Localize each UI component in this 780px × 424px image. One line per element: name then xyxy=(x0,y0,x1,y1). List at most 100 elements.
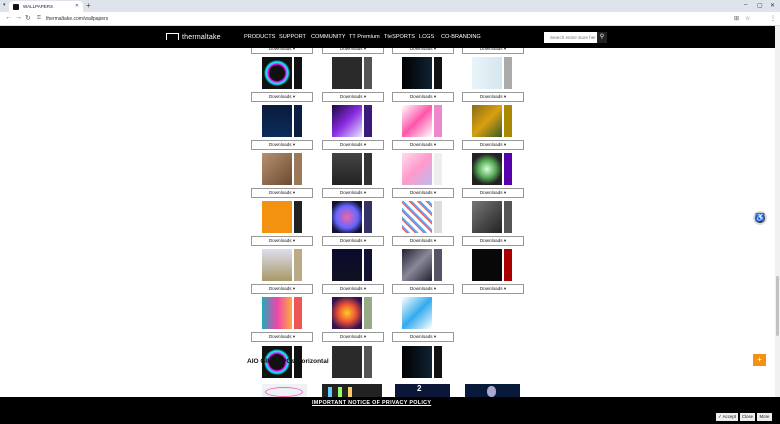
downloads-dropdown-button[interactable]: Downloads ▾ xyxy=(322,48,384,54)
wallpaper-desktop-preview xyxy=(472,201,502,233)
maximize-icon[interactable]: ▢ xyxy=(757,2,763,9)
downloads-dropdown-button[interactable]: Downloads ▾ xyxy=(251,188,313,198)
wallpaper-desktop-preview xyxy=(472,153,502,185)
downloads-dropdown-button[interactable]: Downloads ▾ xyxy=(462,140,524,150)
wallpaper-mobile-preview xyxy=(434,249,442,281)
url-field[interactable]: ⚿ thermaltake.com/wallpapers xyxy=(36,14,726,24)
downloads-dropdown-button[interactable]: Downloads ▾ xyxy=(462,48,524,54)
privacy-notice-link[interactable]: IMPORTANT NOTICE OF PRIVACY POLICY xyxy=(312,400,431,406)
aio-thumbnail[interactable] xyxy=(262,384,307,397)
scrollbar-thumb[interactable] xyxy=(776,276,779,336)
downloads-dropdown-button[interactable]: Downloads ▾ xyxy=(392,236,454,246)
browser-tab-strip: ▾ WALLPAPERS ✕ + – ▢ ✕ xyxy=(0,0,780,12)
window-close-icon[interactable]: ✕ xyxy=(770,2,775,9)
downloads-dropdown-button[interactable]: Downloads ▾ xyxy=(462,284,524,294)
downloads-dropdown-button[interactable]: Downloads ▾ xyxy=(251,92,313,102)
nav-ttesports[interactable]: TteSPORTS xyxy=(384,34,415,40)
downloads-dropdown-button[interactable]: Downloads ▾ xyxy=(462,236,524,246)
wallpaper-mobile-preview xyxy=(294,297,302,329)
minimize-icon[interactable]: – xyxy=(744,2,747,8)
aio-thumbnail[interactable]: 2 xyxy=(395,384,450,397)
wallpaper-desktop-preview xyxy=(332,249,362,281)
favicon-icon xyxy=(13,4,19,10)
wallpaper-mobile-preview xyxy=(364,153,372,185)
aio-bar-graphic xyxy=(338,387,342,397)
privacy-notice-bar: IMPORTANT NOTICE OF PRIVACY POLICY ✓ Acc… xyxy=(0,397,780,424)
wallpaper-mobile-preview xyxy=(364,57,372,89)
downloads-dropdown-button[interactable]: Downloads ▾ xyxy=(251,140,313,150)
downloads-dropdown-button[interactable]: Downloads ▾ xyxy=(322,140,384,150)
tabs-menu-icon[interactable]: ▾ xyxy=(3,2,6,8)
wallpaper-mobile-preview xyxy=(434,105,442,137)
downloads-dropdown-button[interactable]: Downloads ▾ xyxy=(392,188,454,198)
search-input[interactable]: Search entire store her xyxy=(544,32,597,43)
downloads-dropdown-button[interactable]: Downloads ▾ xyxy=(392,332,454,342)
downloads-dropdown-button[interactable]: Downloads ▾ xyxy=(322,284,384,294)
wallpaper-mobile-preview xyxy=(434,57,442,89)
downloads-dropdown-button[interactable]: Downloads ▾ xyxy=(462,188,524,198)
wallpaper-desktop-preview xyxy=(472,57,502,89)
nav-tt-premium[interactable]: TT Premium xyxy=(349,34,380,40)
translate-icon[interactable]: ⊞ xyxy=(734,15,739,22)
downloads-dropdown-button[interactable]: Downloads ▾ xyxy=(392,140,454,150)
page-scrollbar[interactable] xyxy=(775,26,780,397)
thermaltake-logo[interactable]: thermaltake xyxy=(166,33,221,41)
accessibility-icon[interactable]: ♿ xyxy=(753,211,767,225)
nav-co-branding[interactable]: CO-BRANDING xyxy=(441,34,481,40)
wallpaper-mobile-preview xyxy=(364,249,372,281)
nav-community[interactable]: COMMUNITY xyxy=(311,34,346,40)
new-tab-icon[interactable]: + xyxy=(86,1,91,10)
aio-thumbnail[interactable] xyxy=(465,384,520,397)
nav-support[interactable]: SUPPORT xyxy=(279,34,306,40)
wallpaper-desktop-preview xyxy=(402,153,432,185)
browser-tab[interactable]: WALLPAPERS ✕ xyxy=(9,1,83,12)
aio-fan-graphic xyxy=(265,387,303,397)
search-icon[interactable]: ⚲ xyxy=(597,32,607,43)
wallpaper-mobile-preview xyxy=(294,249,302,281)
downloads-dropdown-button[interactable]: Downloads ▾ xyxy=(392,92,454,102)
aio-bar-graphic xyxy=(328,387,332,397)
downloads-dropdown-button[interactable]: Downloads ▾ xyxy=(322,332,384,342)
downloads-dropdown-button[interactable]: Downloads ▾ xyxy=(251,48,313,54)
downloads-dropdown-button[interactable]: Downloads ▾ xyxy=(251,284,313,294)
wallpaper-desktop-preview xyxy=(332,105,362,137)
wallpaper-mobile-preview xyxy=(504,249,512,281)
wallpaper-gallery: Downloads ▾ Downloads ▾ Downloads ▾ Downloa… xyxy=(0,48,775,397)
close-icon[interactable]: ✕ xyxy=(75,3,79,9)
nav-lcgs[interactable]: LCGS xyxy=(419,34,434,40)
downloads-dropdown-button[interactable]: Downloads ▾ xyxy=(322,236,384,246)
downloads-dropdown-button[interactable]: Downloads ▾ xyxy=(392,48,454,54)
downloads-dropdown-button[interactable]: Downloads ▾ xyxy=(251,236,313,246)
expand-plus-button[interactable]: + xyxy=(753,354,766,366)
wallpaper-desktop-preview xyxy=(402,249,432,281)
close-button[interactable]: Close xyxy=(740,413,755,421)
back-icon[interactable]: ← xyxy=(5,14,12,21)
menu-icon[interactable]: ⋮ xyxy=(770,15,776,22)
url-text: thermaltake.com/wallpapers xyxy=(46,16,109,22)
aio-thumbnail[interactable] xyxy=(322,384,382,397)
wallpaper-mobile-preview xyxy=(294,201,302,233)
wallpaper-desktop-preview xyxy=(262,297,292,329)
wallpaper-desktop-preview xyxy=(332,346,362,378)
downloads-dropdown-button[interactable]: Downloads ▾ xyxy=(392,284,454,294)
accept-button[interactable]: ✓ Accept xyxy=(716,413,738,421)
wallpaper-desktop-preview xyxy=(332,201,362,233)
site-header: thermaltake PRODUCTS SUPPORT COMMUNITY T… xyxy=(0,26,775,48)
downloads-dropdown-button[interactable]: Downloads ▾ xyxy=(322,92,384,102)
star-icon[interactable]: ☆ xyxy=(745,15,750,22)
wallpaper-mobile-preview xyxy=(364,346,372,378)
wallpaper-mobile-preview xyxy=(504,153,512,185)
wallpaper-mobile-preview xyxy=(364,201,372,233)
tab-title: WALLPAPERS xyxy=(23,4,54,9)
more-button[interactable]: More xyxy=(757,413,772,421)
downloads-dropdown-button[interactable]: Downloads ▾ xyxy=(322,188,384,198)
forward-icon[interactable]: → xyxy=(15,14,22,21)
wallpaper-mobile-preview xyxy=(364,105,372,137)
reload-icon[interactable]: ↻ xyxy=(25,14,31,22)
wallpaper-desktop-preview xyxy=(262,201,292,233)
downloads-dropdown-button[interactable]: Downloads ▾ xyxy=(251,332,313,342)
downloads-dropdown-button[interactable]: Downloads ▾ xyxy=(462,92,524,102)
nav-products[interactable]: PRODUCTS xyxy=(244,34,275,40)
wallpaper-desktop-preview xyxy=(402,105,432,137)
section-title: AIO GIFs/ JPGs Horizontal xyxy=(247,358,329,365)
